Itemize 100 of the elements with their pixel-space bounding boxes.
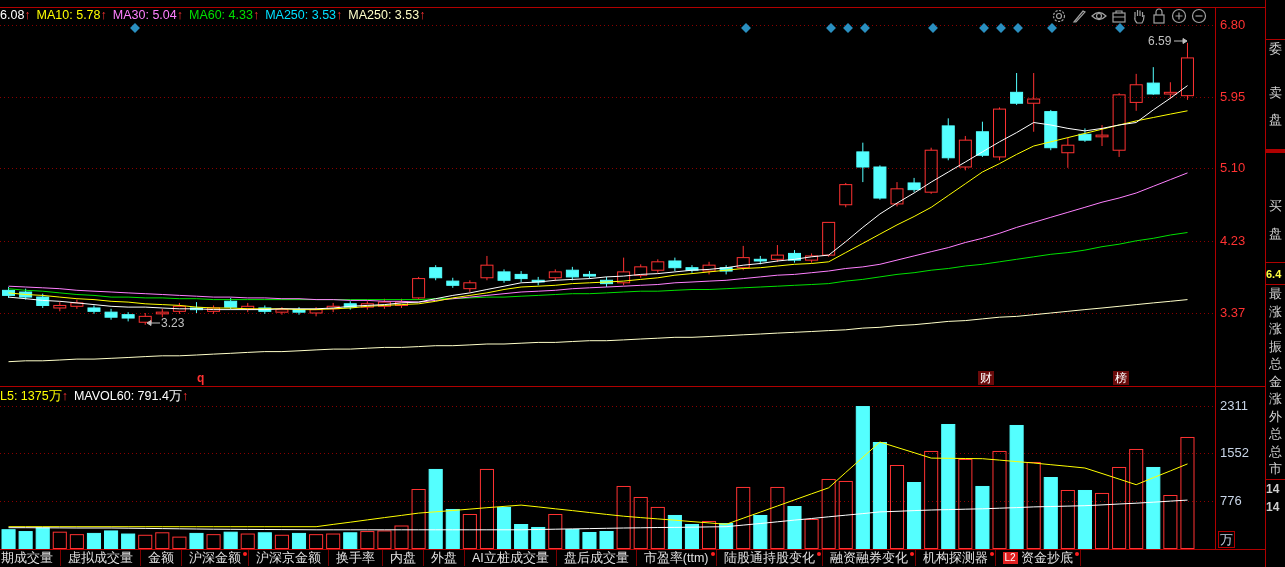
volume-bar — [616, 485, 631, 549]
volume-bar — [377, 530, 392, 549]
up-arrow-text: ↑ — [336, 8, 343, 23]
candlestick — [343, 300, 357, 311]
candlestick — [1129, 73, 1143, 112]
settings-icon[interactable] — [1051, 8, 1067, 24]
volume-bar — [582, 532, 597, 549]
candlestick — [53, 301, 67, 312]
volume-bar — [633, 497, 648, 549]
tab[interactable]: 机构探测器 — [915, 550, 996, 566]
hand-icon[interactable] — [1131, 8, 1147, 24]
candlestick — [702, 261, 716, 275]
volume-bar — [838, 480, 853, 549]
candlestick — [548, 268, 562, 282]
axis-label: 2311 — [1220, 398, 1248, 415]
indicator-value: MA250: 3.53 — [265, 8, 337, 23]
tab[interactable]: 沪深京金额 — [249, 550, 329, 566]
candlestick — [753, 255, 767, 265]
volume-bar — [753, 515, 768, 549]
volume-bar — [326, 533, 341, 549]
volume-bar — [1, 529, 16, 549]
tab[interactable]: 金额 — [141, 550, 182, 566]
volume-bar — [975, 485, 990, 549]
candlestick — [480, 255, 494, 281]
zoom-out-icon[interactable] — [1191, 8, 1207, 24]
tab[interactable]: L2 资金抄底 — [995, 550, 1081, 566]
pen-icon[interactable] — [1071, 8, 1087, 24]
candlestick — [309, 306, 323, 317]
candlestick — [805, 252, 819, 264]
up-arrow-text: ↑ — [176, 8, 183, 23]
volume-bar — [1060, 490, 1075, 549]
volume-bar — [240, 533, 255, 549]
diamond-icon — [741, 23, 751, 33]
volume-bar — [189, 532, 204, 549]
pointer-arrow-icon — [1174, 38, 1188, 44]
level2-badge: L2 — [1002, 552, 1018, 564]
candlestick — [634, 263, 648, 279]
tab[interactable]: 换手率 — [329, 550, 383, 566]
candlestick — [668, 257, 682, 272]
tab-label: 内盘 — [390, 550, 416, 566]
volume-bar — [719, 523, 734, 549]
field-label: 振 — [1268, 337, 1283, 355]
candlestick — [19, 288, 33, 301]
tab-label: 换手率 — [336, 550, 375, 566]
side-label: 盘 — [1268, 225, 1283, 243]
candlestick — [907, 177, 921, 193]
candlestick — [395, 298, 408, 309]
candlestick — [104, 308, 118, 321]
volume-bar — [155, 532, 170, 549]
tab-label: 沪深京金额 — [256, 550, 321, 566]
tab[interactable]: AI立桩成交量 — [465, 550, 557, 566]
candlestick — [565, 266, 579, 281]
side-label: 卖 — [1268, 84, 1283, 102]
candlestick — [719, 264, 733, 275]
volume-bar — [257, 532, 272, 549]
candlestick — [822, 221, 836, 258]
tab-label: AI立桩成交量 — [472, 550, 549, 566]
volume-bar — [736, 486, 751, 549]
tab[interactable]: 盘后成交量 — [556, 550, 637, 566]
candlestick — [531, 276, 545, 286]
axis-label: 5.10 — [1220, 159, 1246, 176]
volume-bar — [599, 531, 614, 549]
candlestick — [685, 264, 699, 274]
tab[interactable]: 市盈率(ttm) — [636, 550, 717, 566]
axis-label: 1552 — [1220, 445, 1249, 461]
candlestick — [924, 147, 938, 195]
candlestick — [617, 257, 631, 286]
footer-value: 14 — [1266, 498, 1281, 516]
volume-bar — [804, 519, 819, 549]
volume-bar — [821, 479, 836, 549]
axis-label: 4.23 — [1220, 232, 1246, 249]
candlestick — [1078, 127, 1092, 143]
candlestick — [890, 181, 904, 207]
toolbox-icon[interactable] — [1111, 8, 1127, 24]
tab[interactable]: 融资融券变化 — [822, 550, 916, 566]
field-label: 涨 — [1268, 390, 1283, 408]
volume-bar — [565, 529, 580, 549]
candlestick — [788, 249, 801, 264]
field-label: 总 — [1268, 425, 1283, 443]
candlestick — [1112, 92, 1126, 158]
candlestick — [1061, 137, 1075, 169]
tab[interactable]: 内盘 — [383, 550, 424, 566]
side-label: 委 — [1268, 40, 1283, 58]
tab[interactable]: 外盘 — [424, 550, 465, 566]
axis-label: 3.37 — [1220, 305, 1246, 321]
zoom-in-icon[interactable] — [1171, 8, 1187, 24]
tab[interactable]: 虚拟成交量 — [61, 550, 141, 566]
up-arrow-text: ↑ — [100, 8, 107, 23]
candlestick — [2, 286, 16, 299]
volume-bar — [291, 532, 307, 549]
tab[interactable]: 沪深金额 — [182, 550, 249, 566]
unit-label: 万 — [1218, 531, 1235, 548]
candlestick — [958, 135, 972, 171]
tab-label: 虚拟成交量 — [68, 550, 133, 566]
footer-value: 14 — [1266, 480, 1281, 498]
candlestick — [582, 270, 596, 280]
volume-bar — [121, 533, 136, 549]
candlestick — [975, 121, 989, 158]
lock-icon[interactable] — [1151, 8, 1167, 24]
candlestick — [155, 308, 169, 318]
